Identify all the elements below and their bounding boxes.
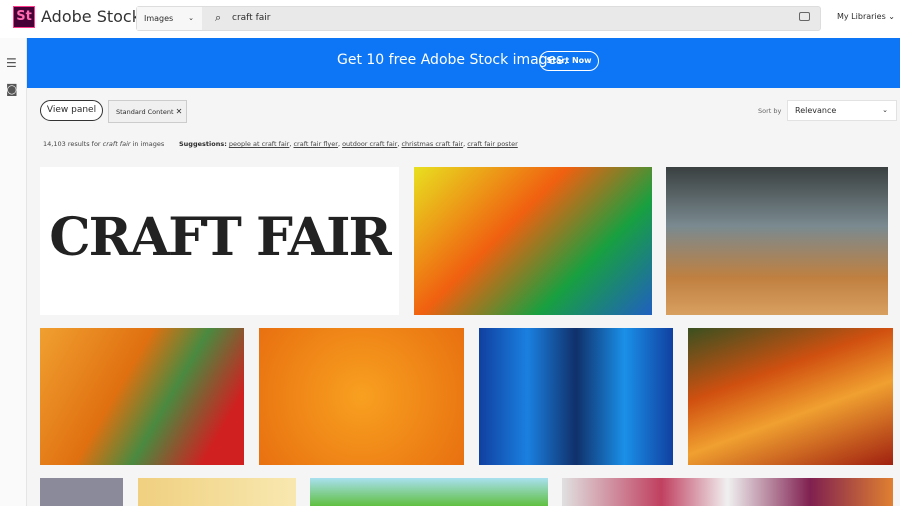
image-result[interactable]: [479, 328, 673, 465]
search-type-select[interactable]: Images ⌄: [137, 7, 202, 30]
sort-value: Relevance: [795, 106, 837, 115]
image-result[interactable]: CRAFT FAIR: [40, 167, 399, 315]
top-bar: St Adobe Stock Images ⌄ ⌕ craft fair My L…: [0, 0, 900, 38]
start-now-button[interactable]: Start Now: [539, 51, 599, 71]
image-result[interactable]: [688, 328, 893, 465]
adobe-stock-logo[interactable]: St: [13, 6, 35, 28]
brand-name[interactable]: Adobe Stock: [41, 7, 141, 26]
image-result[interactable]: [40, 328, 244, 465]
sort-select[interactable]: Relevance ⌄: [787, 100, 897, 121]
image-result[interactable]: [562, 478, 893, 506]
close-icon[interactable]: ✕: [176, 107, 183, 116]
image-result[interactable]: [40, 478, 123, 506]
camera-icon[interactable]: ◙: [6, 82, 18, 96]
suggestion-link[interactable]: craft fair poster: [467, 140, 518, 148]
view-panel-button[interactable]: View panel: [40, 100, 103, 121]
suggestions: Suggestions: people at craft fair, craft…: [179, 140, 518, 148]
chip-label: Standard Content: [116, 108, 174, 116]
search-input[interactable]: craft fair: [232, 7, 270, 30]
image-result[interactable]: [138, 478, 296, 506]
suggestion-link[interactable]: people at craft fair: [229, 140, 289, 148]
my-libraries-label: My Libraries: [837, 12, 886, 21]
standard-content-chip[interactable]: Standard Content ✕: [108, 100, 187, 123]
image-result[interactable]: [259, 328, 464, 465]
chevron-down-icon: ⌄: [882, 106, 888, 114]
search-type-value: Images: [144, 14, 174, 23]
camera-search-icon[interactable]: [799, 12, 810, 21]
promo-banner: Get 10 free Adobe Stock images. Start No…: [27, 38, 900, 88]
suggestion-link[interactable]: outdoor craft fair: [342, 140, 397, 148]
sidebar: ☰ ◙: [0, 38, 27, 506]
filters-icon[interactable]: ☰: [6, 56, 17, 70]
sort-label: Sort by: [758, 107, 782, 115]
suggestion-link[interactable]: christmas craft fair: [401, 140, 463, 148]
chevron-down-icon: ⌄: [188, 14, 194, 22]
results-count: 14,103 results for craft fair in images: [43, 140, 165, 148]
search-icon: ⌕: [215, 11, 222, 24]
search-bar: Images ⌄ ⌕ craft fair: [136, 6, 821, 31]
banner-text: Get 10 free Adobe Stock images.: [337, 52, 568, 68]
image-result[interactable]: [310, 478, 548, 506]
image-result[interactable]: [666, 167, 888, 315]
suggestion-link[interactable]: craft fair flyer: [293, 140, 337, 148]
my-libraries-button[interactable]: My Libraries ⌄: [837, 12, 895, 21]
image-result[interactable]: [414, 167, 652, 315]
craft-fair-logo-image: CRAFT FAIR: [49, 207, 391, 268]
